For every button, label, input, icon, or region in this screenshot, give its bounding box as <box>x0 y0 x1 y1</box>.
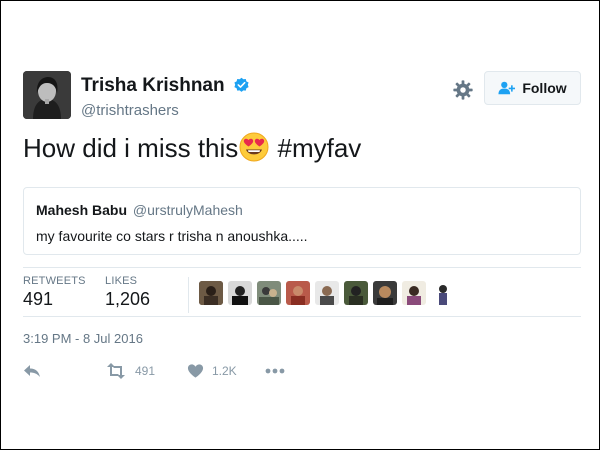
liker-avatar[interactable] <box>402 281 426 305</box>
liker-avatar[interactable] <box>286 281 310 305</box>
gear-icon[interactable] <box>452 79 474 101</box>
tweet-header: Trisha Krishnan @trishtrashers Follow <box>23 71 583 121</box>
quoted-tweet-text: my favourite co stars r trisha n anoushk… <box>36 228 308 244</box>
tweet-text: How did i miss this #myfav <box>23 131 361 170</box>
author-handle[interactable]: @trishtrashers <box>81 101 250 121</box>
tweet-actions: 491 1.2K <box>23 361 323 383</box>
follow-button-label: Follow <box>522 80 567 96</box>
likes-label: LIKES <box>105 275 138 287</box>
divider-bottom <box>23 316 581 317</box>
quoted-author-name: Mahesh Babu <box>36 202 128 218</box>
more-icon <box>265 368 285 374</box>
liker-avatar[interactable] <box>257 281 281 305</box>
tweet-text-part-1: How did i miss this <box>23 133 239 163</box>
liker-avatar[interactable] <box>228 281 252 305</box>
author-display-name[interactable]: Trisha Krishnan <box>81 75 225 96</box>
more-button[interactable] <box>265 361 285 381</box>
tweet-card: Trisha Krishnan @trishtrashers Follow Ho… <box>0 0 600 450</box>
retweets-label: RETWEETS <box>23 275 86 287</box>
reply-icon <box>24 365 40 377</box>
verified-badge-icon <box>233 77 250 99</box>
retweet-button[interactable]: 491 <box>105 361 155 381</box>
follow-button[interactable]: Follow <box>484 71 581 105</box>
reply-button[interactable] <box>23 361 41 381</box>
heart-eyes-emoji-icon <box>239 132 269 170</box>
divider-top <box>23 267 581 268</box>
retweet-icon <box>107 363 125 379</box>
liker-avatar[interactable] <box>344 281 368 305</box>
tweet-text-part-2: #myfav <box>270 133 362 163</box>
liker-avatar[interactable] <box>373 281 397 305</box>
like-count: 1.2K <box>212 364 237 378</box>
author-avatar[interactable] <box>23 71 71 119</box>
liker-avatar[interactable] <box>315 281 339 305</box>
like-button[interactable]: 1.2K <box>187 361 237 381</box>
retweets-stat[interactable]: RETWEETS 491 <box>23 275 86 310</box>
likes-stat[interactable]: LIKES 1,206 <box>105 275 150 310</box>
tweet-timestamp[interactable]: 3:19 PM - 8 Jul 2016 <box>23 331 143 346</box>
retweets-value: 491 <box>23 289 54 309</box>
follow-user-icon <box>498 81 516 95</box>
quoted-tweet-header: Mahesh Babu @urstrulyMahesh <box>36 202 243 218</box>
quoted-author-handle: @urstrulyMahesh <box>132 202 243 218</box>
likes-value: 1,206 <box>105 289 151 309</box>
liker-avatar[interactable] <box>431 281 455 305</box>
stats-separator <box>188 277 189 313</box>
author-name-block: Trisha Krishnan @trishtrashers <box>81 75 250 121</box>
quoted-tweet[interactable]: Mahesh Babu @urstrulyMahesh my favourite… <box>23 187 581 255</box>
liker-avatar[interactable] <box>199 281 223 305</box>
heart-icon <box>187 364 204 378</box>
retweet-count: 491 <box>135 364 156 378</box>
